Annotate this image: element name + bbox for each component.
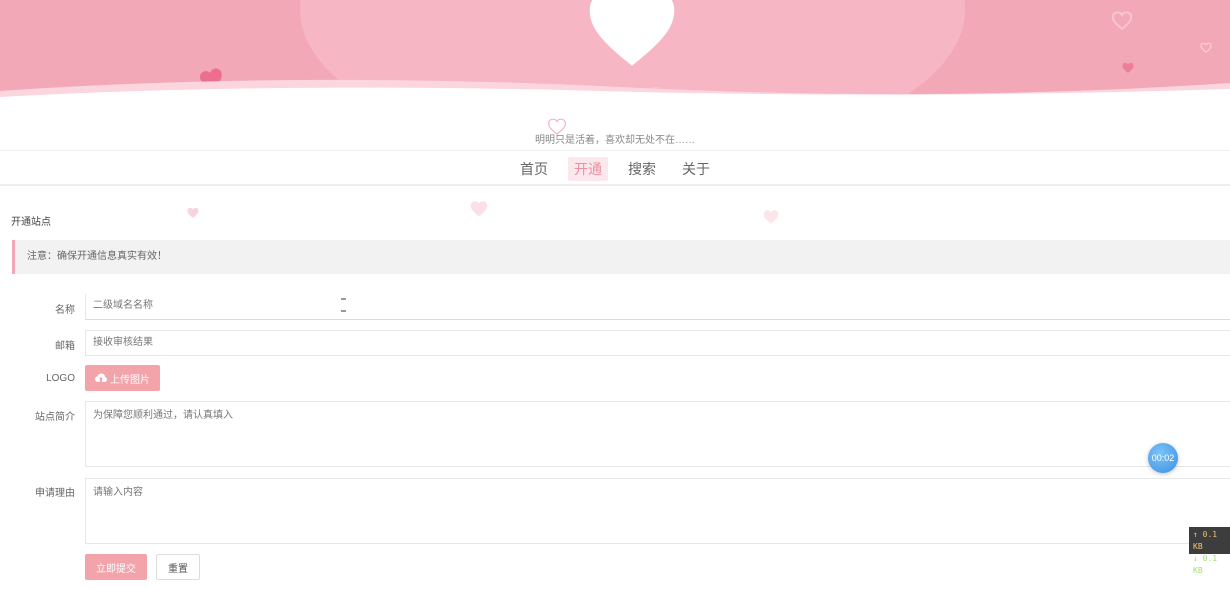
timer-badge[interactable]: 00:02 (1148, 443, 1178, 473)
heart-decoration-icon (187, 207, 199, 218)
upload-image-button[interactable]: 上传图片 (85, 365, 160, 391)
cloud-upload-icon (95, 373, 107, 382)
banner-wave (0, 79, 1230, 115)
reason-textarea[interactable]: 请输入内容 (85, 478, 1230, 544)
network-speed-widget: ↑ 0.1 KB ↓ 0.1 KB (1189, 527, 1230, 575)
main-nav: 首页 开通 搜索 关于 (0, 156, 1230, 182)
nav-item-about[interactable]: 关于 (676, 157, 716, 181)
reason-label: 申请理由 (35, 488, 75, 499)
email-input[interactable]: 接收审核结果 (85, 330, 1230, 356)
submit-button[interactable]: 立即提交 (85, 554, 147, 580)
heart-decoration-icon (470, 201, 488, 217)
section-title: 开通站点 (11, 217, 51, 228)
intro-label: 站点简介 (35, 412, 75, 423)
nav-item-search[interactable]: 搜索 (622, 157, 662, 181)
heart-outline-icon (1111, 11, 1133, 30)
header-banner (0, 0, 1230, 115)
upload-speed: ↑ 0.1 KB (1193, 530, 1218, 551)
intro-textarea[interactable]: 为保障您顺利通过，请认真填入 (85, 401, 1230, 467)
heart-decoration-icon (1122, 62, 1134, 73)
heart-outline-icon (1200, 42, 1212, 53)
nav-item-open[interactable]: 开通 (568, 157, 608, 181)
download-speed: ↓ 0.1 KB (1193, 554, 1218, 575)
logo-label: LOGO (46, 373, 75, 384)
reset-button[interactable]: 重置 (156, 554, 200, 580)
upload-button-label: 上传图片 (110, 374, 150, 386)
email-label: 邮箱 (55, 341, 75, 352)
name-input[interactable]: 二级域名名称 (85, 294, 1230, 320)
name-label: 名称 (55, 305, 75, 316)
text-cursor-icon (341, 298, 346, 312)
nav-item-home[interactable]: 首页 (514, 157, 554, 181)
heart-decoration-icon (763, 210, 779, 224)
notice-banner: 注意：确保开通信息真实有效！ (12, 240, 1230, 274)
heart-logo-icon (589, 0, 675, 66)
nav-divider (0, 184, 1230, 186)
site-slogan: 明明只是活着，喜欢却无处不在…… (535, 135, 695, 146)
divider (0, 150, 1230, 151)
